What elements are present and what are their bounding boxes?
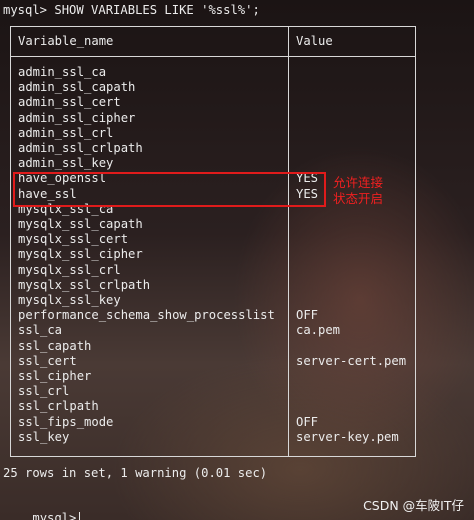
prompt-text: mysql> xyxy=(32,511,77,520)
row-variable-name: mysqlx_ssl_key xyxy=(18,293,121,307)
row-value: OFF xyxy=(296,308,319,322)
column-header-variable-name: Variable_name xyxy=(18,34,114,48)
row-variable-name: admin_ssl_cert xyxy=(18,95,121,109)
command-line: mysql> SHOW VARIABLES LIKE '%ssl%'; xyxy=(3,3,260,17)
result-summary: 25 rows in set, 1 warning (0.01 sec) xyxy=(3,466,268,480)
row-variable-name: mysqlx_ssl_capath xyxy=(18,217,143,231)
row-variable-name: ssl_cert xyxy=(18,354,77,368)
annotation-line-2: 状态开启 xyxy=(333,191,384,206)
row-value: OFF xyxy=(296,415,319,429)
watermark: CSDN @车陂IT仔 xyxy=(363,498,464,513)
row-variable-name: admin_ssl_ca xyxy=(18,65,107,79)
terminal-window[interactable]: mysql> SHOW VARIABLES LIKE '%ssl%'; Vari… xyxy=(0,0,474,520)
column-header-value: Value xyxy=(296,34,333,48)
row-variable-name: admin_ssl_capath xyxy=(18,80,136,94)
row-variable-name: ssl_key xyxy=(18,430,70,444)
row-variable-name: ssl_ca xyxy=(18,323,63,337)
row-variable-name: admin_ssl_cipher xyxy=(18,111,136,125)
table-border-left xyxy=(10,26,11,457)
row-variable-name: ssl_cipher xyxy=(18,369,92,383)
row-variable-name: ssl_fips_mode xyxy=(18,415,114,429)
row-variable-name: admin_ssl_key xyxy=(18,156,114,170)
annotation-line-1: 允许连接 xyxy=(333,175,384,190)
row-variable-name: ssl_crlpath xyxy=(18,399,99,413)
row-variable-name: admin_ssl_crl xyxy=(18,126,114,140)
table-border-right xyxy=(415,26,416,457)
table-column-divider xyxy=(288,26,289,457)
highlight-box xyxy=(13,172,326,207)
table-border-top xyxy=(10,26,416,27)
prompt-line[interactable]: mysql> xyxy=(3,496,81,520)
row-variable-name: mysqlx_ssl_cipher xyxy=(18,247,143,261)
row-variable-name: mysqlx_ssl_cert xyxy=(18,232,129,246)
row-variable-name: performance_schema_show_processlist xyxy=(18,308,275,322)
table-border-bottom xyxy=(10,456,416,457)
row-variable-name: mysqlx_ssl_crl xyxy=(18,263,121,277)
row-variable-name: mysqlx_ssl_crlpath xyxy=(18,278,151,292)
text-cursor xyxy=(79,512,81,520)
row-variable-name: ssl_crl xyxy=(18,384,70,398)
row-variable-name: ssl_capath xyxy=(18,339,92,353)
table-header-divider xyxy=(10,56,416,57)
row-value: server-key.pem xyxy=(296,430,399,444)
row-value: ca.pem xyxy=(296,323,341,337)
row-value: server-cert.pem xyxy=(296,354,407,368)
row-variable-name: admin_ssl_crlpath xyxy=(18,141,143,155)
